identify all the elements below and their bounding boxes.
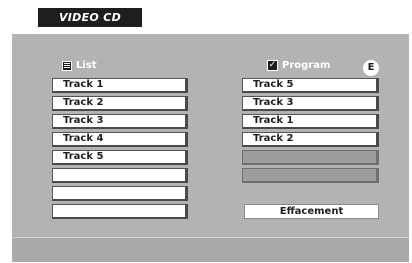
program-heading[interactable]: ✓ Program — [267, 60, 330, 71]
list-row-7[interactable] — [52, 186, 188, 201]
list-row-3[interactable]: Track 3 — [52, 114, 188, 129]
list-heading-label: List — [76, 60, 97, 71]
program-row-5[interactable] — [242, 150, 379, 165]
list-row-1[interactable]: Track 1 — [52, 78, 188, 93]
list-row-2[interactable]: Track 2 — [52, 96, 188, 111]
program-row-4[interactable]: Track 2 — [242, 132, 379, 147]
list-heading: List — [62, 60, 97, 71]
footer-bar — [12, 237, 409, 262]
list-row-4[interactable]: Track 4 — [52, 132, 188, 147]
disc-type-title: VIDEO CD — [38, 8, 142, 27]
list-row-8[interactable] — [52, 204, 188, 219]
list-row-5[interactable]: Track 5 — [52, 150, 188, 165]
checkbox-checked-icon[interactable]: ✓ — [267, 60, 278, 71]
list-row-6[interactable] — [52, 168, 188, 183]
list-icon — [62, 60, 72, 71]
e-badge-icon: E — [363, 60, 379, 76]
program-row-6[interactable] — [242, 168, 379, 183]
program-row-2[interactable]: Track 3 — [242, 96, 379, 111]
program-heading-label: Program — [282, 60, 331, 71]
clear-program-button[interactable]: Effacement — [244, 204, 379, 219]
program-row-1[interactable]: Track 5 — [242, 78, 379, 93]
program-row-3[interactable]: Track 1 — [242, 114, 379, 129]
